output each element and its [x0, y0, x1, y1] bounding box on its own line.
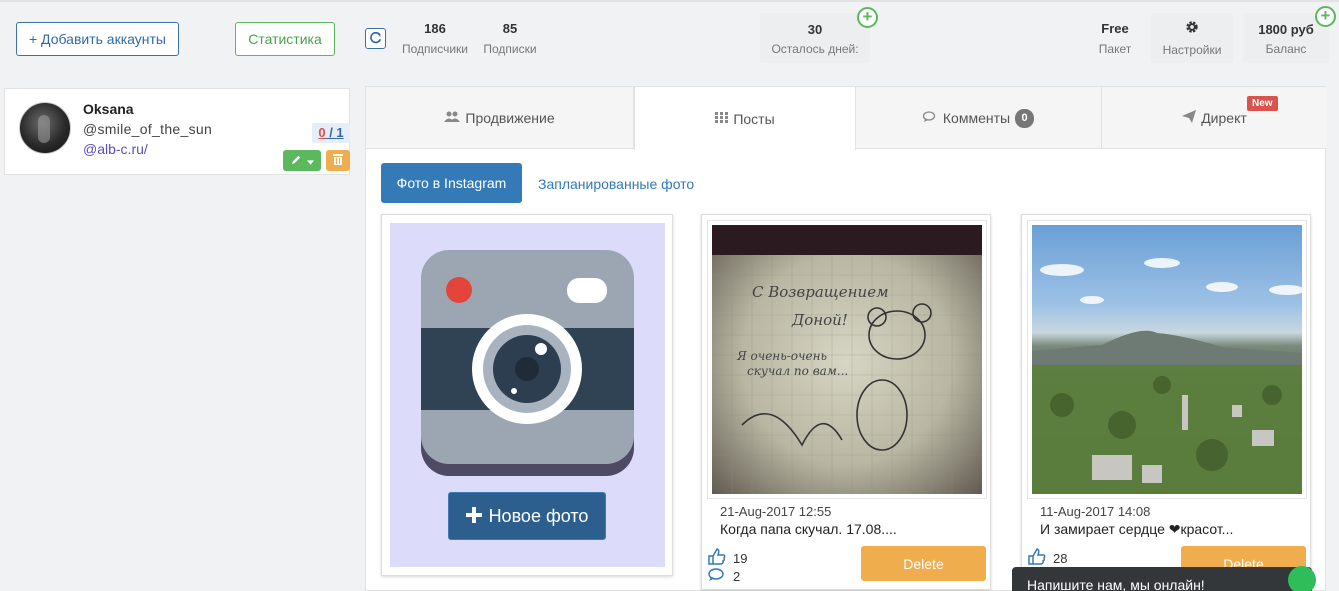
followers-count: 186 [424, 21, 446, 36]
comments-count-badge: 0 [1015, 108, 1035, 128]
tab-promotion-label: Продвижение [465, 110, 555, 126]
days-left-label: Осталось дней: [771, 42, 859, 56]
chat-text: Напишите нам, мы онлайн! [1027, 577, 1205, 591]
new-photo-card[interactable]: Новое фото [381, 214, 673, 576]
account-card[interactable]: Oksana @smile_of_the_sun @alb-c.ru/ 0 / … [4, 88, 350, 175]
refresh-icon[interactable] [365, 28, 386, 49]
new-badge: New [1247, 96, 1278, 111]
new-photo-label: Новое фото [488, 505, 589, 526]
balance-value: 1800 руб [1258, 22, 1314, 37]
caret-down-icon [306, 154, 314, 168]
followers-stat: 186 Подписчики [400, 20, 470, 57]
delete-post-button[interactable]: Delete [861, 546, 986, 581]
trash-icon [333, 153, 343, 168]
settings-label: Настройки [1162, 43, 1222, 57]
chat-widget[interactable]: Напишите нам, мы онлайн! [1012, 567, 1312, 591]
camera-icon [421, 250, 634, 476]
users-icon [444, 111, 461, 126]
comment-icon [708, 568, 726, 585]
delete-account-button[interactable] [326, 150, 350, 171]
follows-stat: 85 Подписки [480, 20, 540, 57]
tab-posts-label: Посты [733, 110, 775, 127]
count-sep: / [325, 125, 337, 140]
gear-icon [1151, 20, 1233, 39]
post-card: 11-Aug-2017 14:08 И замирает сердце ❤кра… [1021, 214, 1311, 590]
follows-count: 85 [502, 21, 518, 36]
account-name: Oksana [83, 101, 134, 117]
svg-text:С Возвращением: С Возвращением [752, 283, 889, 301]
comments: 2 [708, 568, 740, 585]
edit-account-button[interactable] [283, 150, 321, 171]
likes: 19 [708, 548, 747, 568]
svg-text:скучал по вам...: скучал по вам... [747, 364, 848, 378]
comments-icon [922, 110, 938, 126]
likes-count: 28 [1053, 550, 1068, 566]
grid-icon [715, 111, 729, 126]
avatar [19, 102, 71, 154]
post-caption: И замирает сердце ❤красот... [1040, 521, 1234, 537]
account-handle: @smile_of_the_sun [83, 121, 213, 137]
new-photo-button[interactable]: Новое фото [448, 492, 606, 540]
account-count-badge[interactable]: 0 / 1 [312, 123, 350, 143]
settings-button[interactable]: Настройки [1151, 13, 1233, 63]
instagram-photos-button[interactable]: Фото в Instagram [381, 163, 522, 203]
package-value: Free [1101, 21, 1129, 36]
chat-icon[interactable] [1288, 566, 1316, 591]
thumbs-up-icon [708, 548, 726, 568]
tab-promotion[interactable]: Продвижение [366, 87, 634, 149]
count-total: 1 [336, 125, 344, 140]
add-accounts-button[interactable]: + Добавить аккаунты [16, 22, 179, 56]
count-used: 0 [318, 125, 326, 140]
tab-posts[interactable]: Посты [634, 87, 856, 150]
tab-comments-label: Комменты [942, 110, 1011, 126]
send-icon [1182, 110, 1197, 126]
pencil-icon [291, 154, 302, 168]
days-left-count: 30 [807, 22, 823, 37]
likes-count: 19 [733, 550, 748, 566]
thumbs-up-icon [1028, 548, 1046, 568]
package-label: Пакет [1098, 42, 1132, 56]
balance-label: Баланс [1265, 42, 1307, 56]
svg-text:Доной!: Доной! [791, 311, 848, 329]
svg-text:Я очень-очень: Я очень-очень [736, 349, 827, 363]
likes: 28 [1028, 548, 1067, 568]
followers-label: Подписчики [401, 42, 468, 56]
tabs-bar: Продвижение Посты Комменты 0 Директ New [366, 87, 1327, 150]
extend-days-plus-icon[interactable]: + [857, 7, 878, 28]
account-link[interactable]: @alb-c.ru/ [83, 141, 148, 157]
post-date: 11-Aug-2017 14:08 [1040, 504, 1151, 519]
follows-label: Подписки [483, 42, 537, 56]
top-bar: + Добавить аккаунты Статистика 186 Подпи… [0, 0, 1339, 75]
post-date: 21-Aug-2017 12:55 [720, 504, 832, 519]
post-caption: Когда папа скучал. 17.08.... [720, 521, 897, 537]
statistics-button[interactable]: Статистика [235, 22, 335, 56]
post-card: С Возвращением Доной! Я очень-очень скуч… [701, 214, 991, 590]
days-left-box: 30 Осталось дней: [760, 13, 870, 63]
new-photo-area: Новое фото [390, 223, 665, 567]
comments-count: 2 [733, 569, 741, 584]
plus-icon [465, 507, 482, 525]
tab-direct-label: Директ [1201, 110, 1247, 126]
post-photo[interactable] [1027, 220, 1307, 499]
post-photo[interactable]: С Возвращением Доной! Я очень-очень скуч… [707, 220, 987, 499]
tab-direct[interactable]: Директ [1102, 87, 1327, 149]
package-stat: Free Пакет [1093, 20, 1137, 57]
scheduled-photos-link[interactable]: Запланированные фото [538, 176, 694, 192]
add-balance-plus-icon[interactable]: + [1315, 6, 1336, 27]
main-panel: Продвижение Посты Комменты 0 Директ New … [365, 86, 1327, 591]
tab-comments[interactable]: Комменты 0 [856, 87, 1102, 149]
